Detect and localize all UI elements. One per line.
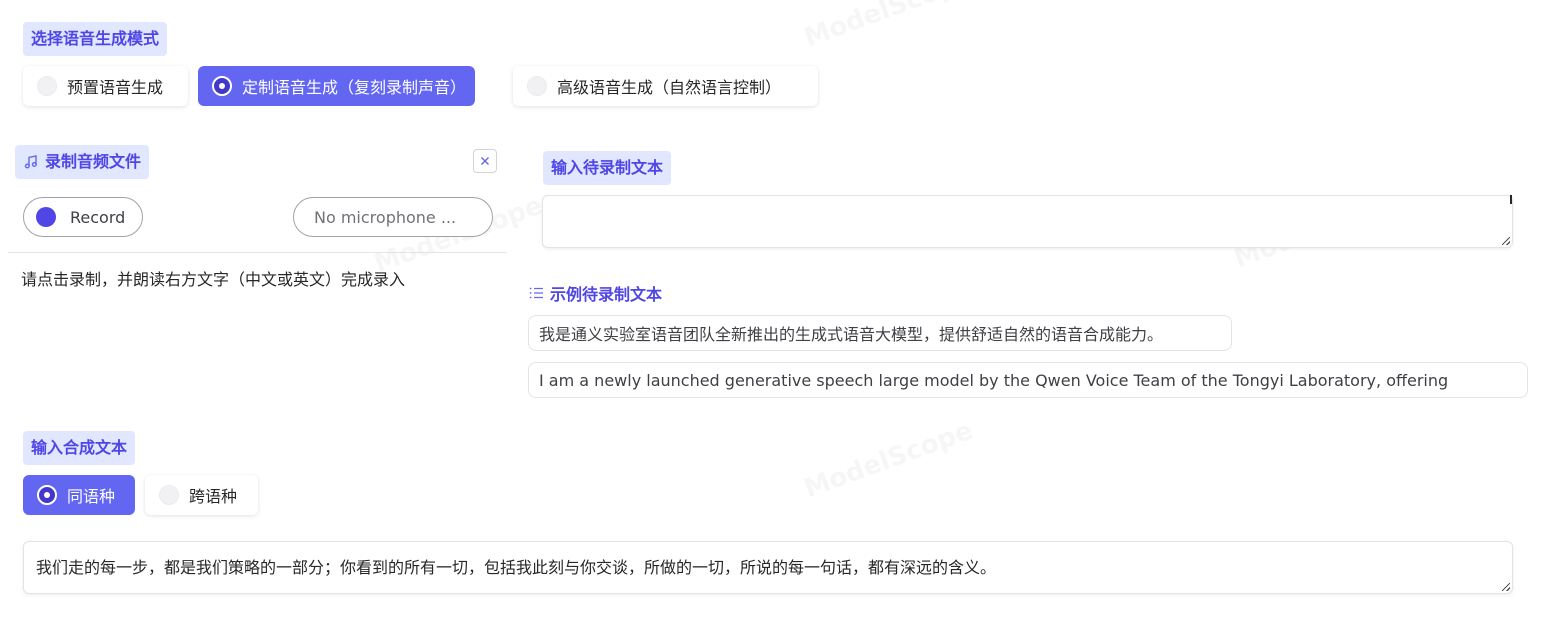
record-button-label: Record: [70, 207, 126, 227]
synth-label: 输入合成文本: [23, 431, 136, 465]
close-icon: [480, 156, 490, 166]
close-button[interactable]: [473, 149, 497, 173]
radio-checked-icon: [37, 485, 57, 505]
radio-icon: [159, 485, 179, 505]
examples-label: 示例待录制文本: [529, 281, 662, 305]
record-label: 录制音频文件: [15, 145, 150, 179]
examples-label-text: 示例待录制文本: [550, 285, 663, 304]
synth-option-cross-language[interactable]: 跨语种: [145, 475, 258, 515]
microphone-select-label: No microphone ...: [314, 207, 457, 227]
radio-icon: [527, 76, 547, 96]
synth-option-label: 跨语种: [189, 487, 238, 506]
example-item[interactable]: 我是通义实验室语音团队全新推出的生成式语音大模型，提供舒适自然的语音合成能力。: [528, 315, 1232, 351]
mode-option-custom[interactable]: 定制语音生成（复刻录制声音）: [198, 66, 475, 106]
resize-grip-icon[interactable]: [1502, 237, 1510, 245]
mode-option-label: 预置语音生成: [67, 78, 164, 97]
record-hint: 请点击录制，并朗读右方文字（中文或英文）完成录入: [21, 270, 406, 289]
mode-label: 选择语音生成模式: [23, 22, 168, 56]
resize-grip-icon[interactable]: [1502, 583, 1510, 591]
record-dot-icon: [36, 207, 56, 227]
example-text: 我是通义实验室语音团队全新推出的生成式语音大模型，提供舒适自然的语音合成能力。: [539, 325, 1164, 344]
prompt-text-label-text: 输入待录制文本: [551, 158, 664, 177]
watermark: ModelScope: [800, 0, 977, 53]
scrollbar-mark[interactable]: [1510, 195, 1512, 204]
prompt-text-label: 输入待录制文本: [543, 151, 672, 185]
example-item[interactable]: I am a newly launched generative speech …: [528, 362, 1528, 398]
example-text: I am a newly launched generative speech …: [539, 370, 1449, 390]
watermark: ModelScope: [800, 416, 977, 505]
mode-option-label: 定制语音生成（复刻录制声音）: [242, 78, 467, 97]
record-divider: [8, 252, 507, 253]
mode-option-preset[interactable]: 预置语音生成: [23, 66, 188, 106]
mode-option-label: 高级语音生成（自然语言控制）: [557, 78, 782, 97]
music-note-icon: [23, 154, 39, 170]
record-button[interactable]: Record: [23, 197, 143, 237]
mode-label-text: 选择语音生成模式: [31, 29, 160, 48]
microphone-select[interactable]: No microphone ...: [293, 197, 493, 237]
radio-checked-icon: [212, 76, 232, 96]
radio-icon: [37, 76, 57, 96]
mode-option-advanced[interactable]: 高级语音生成（自然语言控制）: [513, 66, 818, 106]
synth-option-label: 同语种: [67, 487, 116, 506]
list-icon: [529, 286, 544, 300]
synth-text-input[interactable]: 我们走的每一步，都是我们策略的一部分；你看到的所有一切，包括我此刻与你交谈，所做…: [23, 541, 1513, 594]
synth-option-same-language[interactable]: 同语种: [23, 475, 135, 515]
record-label-text: 录制音频文件: [45, 152, 142, 171]
synth-label-text: 输入合成文本: [31, 438, 128, 457]
prompt-text-input[interactable]: [542, 195, 1513, 248]
synth-text-value: 我们走的每一步，都是我们策略的一部分；你看到的所有一切，包括我此刻与你交谈，所做…: [36, 558, 997, 577]
